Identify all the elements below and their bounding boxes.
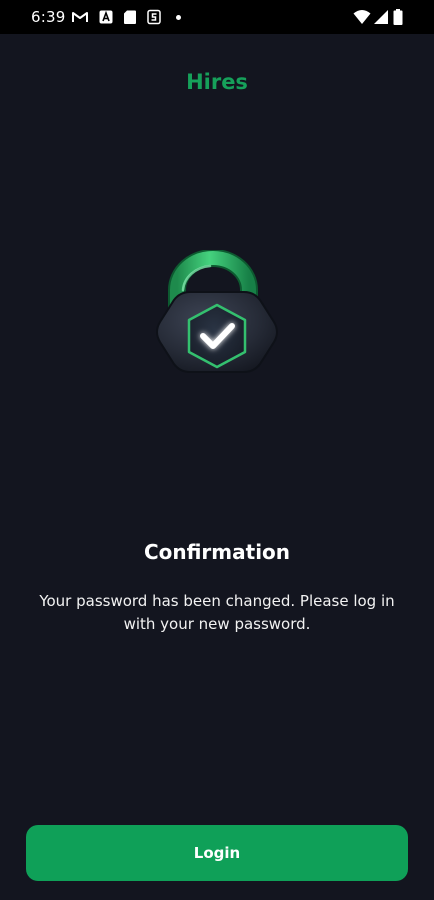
lock-check-icon — [156, 250, 278, 373]
gmail-icon — [72, 12, 88, 22]
status-time: 6:39 — [31, 8, 66, 26]
s-app-icon — [147, 9, 161, 25]
battery-icon — [393, 9, 403, 25]
sd-card-icon — [124, 10, 136, 24]
confirmation-message: Your password has been changed. Please l… — [39, 592, 395, 633]
wifi-icon — [353, 10, 371, 24]
confirmation-title: Confirmation — [143, 540, 291, 564]
notification-dot-icon — [176, 15, 181, 20]
status-bar: 6:39 — [0, 0, 434, 34]
app-title: Hires — [186, 70, 248, 94]
app-a-icon — [99, 10, 113, 24]
login-button[interactable]: Login — [26, 825, 408, 881]
signal-icon — [374, 10, 388, 24]
